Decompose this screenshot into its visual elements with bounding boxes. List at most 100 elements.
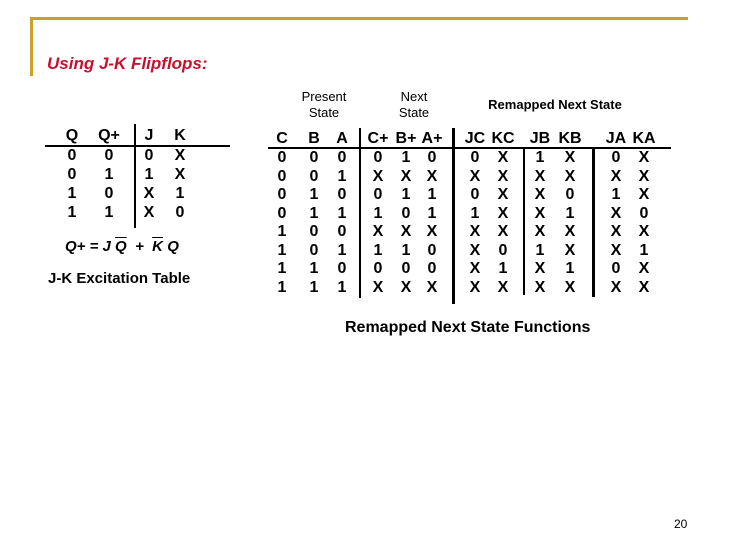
excitation-header-cell: Q (65, 127, 79, 144)
state-table-cell: X (534, 204, 546, 222)
state-table-cell: 1 (611, 186, 621, 203)
remapped-functions-caption: Remapped Next State Functions (345, 319, 591, 336)
state-table-cell: X (426, 167, 438, 185)
state-table-cell: 1 (277, 260, 287, 277)
equation-q: Q (167, 238, 179, 255)
state-table-cell: 0 (337, 186, 347, 203)
state-table-cell: 0 (470, 186, 480, 203)
state-table-cell: X (497, 186, 509, 203)
state-table-cell: X (497, 167, 509, 185)
state-table-cell: X (638, 278, 650, 296)
excitation-header-cell: J (144, 127, 154, 144)
jc-kc-jb-kb-divider (523, 147, 525, 295)
state-table-cell: X (400, 167, 412, 185)
state-table-header-cell: KC (491, 130, 515, 147)
state-table-cell: X (469, 241, 481, 259)
state-table-header-rule (268, 147, 671, 149)
state-table-cell: X (497, 204, 509, 222)
state-table-cell: X (638, 186, 650, 203)
state-table-cell: 1 (639, 241, 649, 259)
state-table-cell: 0 (401, 204, 411, 222)
state-table-cell: X (534, 186, 546, 203)
excitation-header-rule (45, 145, 230, 147)
state-table-header-cell: JB (529, 130, 551, 147)
excitation-header-cell: Q+ (98, 127, 120, 144)
state-table-cell: X (400, 278, 412, 296)
state-table-cell: 1 (309, 260, 319, 277)
next-state-label-line1: Next (400, 89, 428, 104)
title-accent-bar-vertical (30, 17, 33, 76)
state-table-cell: 1 (337, 241, 347, 259)
state-table-cell: X (564, 241, 576, 259)
jk-characteristic-equation: Q+ = J Q + K Q (65, 238, 179, 255)
present-next-divider (359, 128, 361, 298)
state-table-cell: X (534, 167, 546, 185)
present-state-label: Present State (288, 89, 360, 121)
state-table-cell: X (372, 167, 384, 185)
jb-kb-ja-ka-divider (592, 147, 595, 297)
excitation-cell: 1 (67, 185, 77, 202)
excitation-cell: 0 (144, 147, 154, 164)
state-table-cell: 0 (309, 167, 319, 185)
state-table-cell: 1 (337, 167, 347, 185)
state-table-cell: X (610, 241, 622, 259)
excitation-cell: 1 (104, 204, 114, 221)
excitation-cell: X (174, 166, 186, 183)
state-table-cell: X (372, 278, 384, 296)
state-table-cell: 1 (337, 278, 347, 296)
state-table-cell: 0 (498, 241, 508, 259)
equation-k-bar: K (152, 238, 164, 255)
state-table-cell: 0 (401, 260, 411, 277)
excitation-cell: 1 (175, 185, 185, 202)
state-table-cell: X (426, 278, 438, 296)
state-table-cell: 0 (337, 260, 347, 277)
state-table-cell: X (534, 278, 546, 296)
state-table-cell: X (497, 223, 509, 240)
excitation-column-divider (134, 124, 136, 228)
state-table-cell: 0 (565, 186, 575, 203)
excitation-cell: 0 (67, 147, 77, 164)
state-table-cell: 1 (498, 260, 508, 277)
state-table-cell: 0 (277, 204, 287, 222)
present-state-label-line2: State (308, 105, 340, 120)
excitation-cell: X (174, 147, 186, 164)
state-table-cell: 0 (309, 241, 319, 259)
state-table-cell: X (497, 278, 509, 296)
state-table-cell: X (564, 149, 576, 166)
state-table-cell: 1 (309, 186, 319, 203)
state-table-cell: 0 (373, 149, 383, 166)
excitation-cell: 1 (144, 166, 154, 183)
state-table-cell: X (610, 278, 622, 296)
state-table-cell: 0 (277, 149, 287, 166)
state-table-cell: X (400, 223, 412, 240)
state-table-cell: 1 (401, 149, 411, 166)
state-table-cell: 0 (309, 149, 319, 166)
state-table-cell: 0 (337, 149, 347, 166)
state-table-cell: 1 (309, 204, 319, 222)
state-table-cell: X (564, 223, 576, 240)
next-remapped-divider (452, 128, 455, 304)
state-table-cell: X (564, 278, 576, 296)
remapped-next-state-label: Remapped Next State (488, 97, 622, 112)
state-table-cell: X (469, 223, 481, 240)
state-table-cell: X (638, 167, 650, 185)
equation-plus: + (135, 238, 144, 255)
state-table-cell: 1 (401, 241, 411, 259)
state-table-cell: X (610, 204, 622, 222)
state-table-cell: X (534, 260, 546, 277)
state-table-header-cell: C (276, 130, 288, 147)
state-table-cell: X (638, 260, 650, 277)
state-table-cell: 0 (470, 149, 480, 166)
state-table-cell: 0 (611, 260, 621, 277)
state-table-cell: 1 (309, 278, 319, 296)
excitation-cell: 0 (175, 204, 185, 221)
excitation-header-cell: K (174, 127, 186, 144)
state-table-cell: 1 (427, 204, 437, 222)
state-table-cell: 0 (427, 241, 437, 259)
state-table-cell: 0 (337, 223, 347, 240)
state-table-cell: 0 (373, 186, 383, 203)
state-table-cell: 0 (611, 149, 621, 166)
excitation-cell: 1 (67, 204, 77, 221)
state-table-cell: 1 (401, 186, 411, 203)
state-table-cell: 1 (470, 204, 480, 222)
